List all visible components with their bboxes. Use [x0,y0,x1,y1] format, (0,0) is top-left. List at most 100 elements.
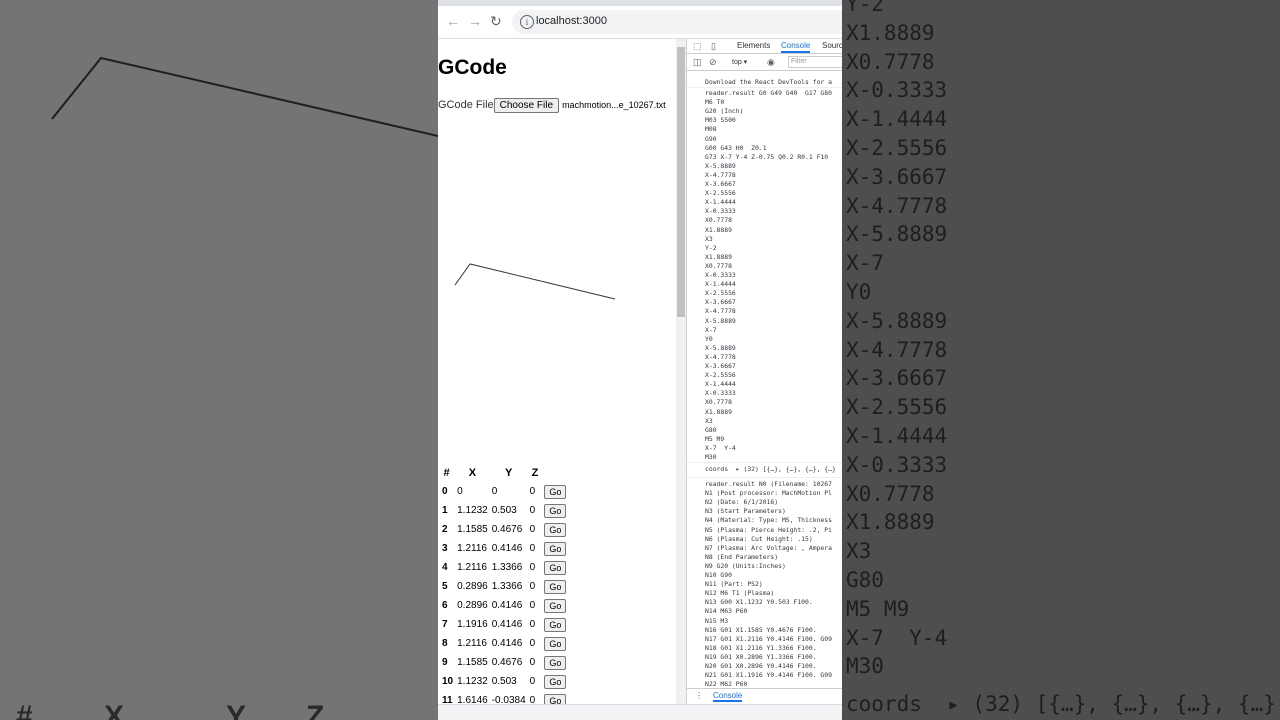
background-console-line: X-7 Y-4 [846,625,948,650]
address-bar[interactable]: i localhost:3000 [512,10,842,34]
cell-z: 0 [529,562,536,573]
table-row: 1 1.1232 0.503 0 Go [438,501,568,520]
devtools-panel: ⬚ ▯ Elements Console Sources ◫ ⊘ top ▾ ◉… [686,39,842,704]
context-selector[interactable]: top ▾ [732,58,747,66]
coords-log-entry[interactable]: coords ▸ (32) [{…}, {…}, {…}, {…} [705,465,836,473]
console-line: X-7 [705,325,717,334]
console-line: N6 (Plasma: Cut Height: .15) [705,534,813,543]
go-button[interactable]: Go [544,579,567,594]
inspect-icon[interactable]: ⬚ [693,41,702,52]
console-line: G20 (Inch) [705,107,744,116]
go-button[interactable]: Go [544,484,567,499]
row-index: 7 [442,619,448,630]
go-button[interactable]: Go [544,598,567,613]
console-line: N13 G00 X1.1232 Y0.503 F100. [705,598,813,607]
console-separator [687,87,842,88]
go-button[interactable]: Go [544,503,567,518]
cell-y: 0.503 [491,505,517,516]
cell-y: 0.503 [491,676,517,687]
background-column-header: Y [226,700,247,720]
console-line: X-5.8889 [705,161,736,170]
go-cell: Go [542,691,568,704]
cell-y: 0.4146 [491,600,523,611]
devtools-tab-console[interactable]: Console [781,41,811,53]
page-content: GCode GCode File Choose File machmotion..… [438,39,676,704]
devtools-drawer-bar: ⋮ Console [687,688,842,704]
drawer-menu-icon[interactable]: ⋮ [695,691,703,700]
devtools-tab-elements[interactable]: Elements [737,41,770,50]
background-console-line: X-3.6667 [846,366,948,391]
row-index: 3 [442,543,448,554]
table-row: 0 0 0 0 Go [438,482,568,501]
background-coords-line: coords ▸ (32) [{…}, {…}, {…}, {…} [846,692,1276,716]
go-button[interactable]: Go [544,674,567,689]
cell-x: 1.2116 [457,638,487,649]
go-button[interactable]: Go [544,522,567,537]
browser-toolbar: ← → ↻ i localhost:3000 [438,6,842,39]
go-button[interactable]: Go [544,560,567,575]
cell-x: 0.2896 [457,600,488,611]
console-filter-bar: ◫ ⊘ top ▾ ◉ Filter [687,54,842,71]
reload-icon[interactable]: ↻ [490,14,502,28]
cell-z: 0 [529,695,536,704]
background-console-line: X1.8889 [846,510,935,535]
console-line: X1.8889 [705,252,732,261]
console-line: N17 G01 X1.2116 Y0.4146 F100. G09 [705,634,832,643]
toolpath-canvas [454,263,616,300]
column-header-actions [542,463,568,482]
cell-z: 0 [529,543,536,554]
devtools-tab-bar: ⬚ ▯ Elements Console Sources [687,39,842,54]
background-console-line: Y0 [846,280,872,304]
console-line: X-1.4444 [705,198,736,207]
cell-y: 0 [491,486,498,497]
table-row: 4 1.2116 1.3366 0 Go [438,558,568,577]
clear-console-icon[interactable]: ⊘ [709,57,717,68]
cell-x: 1.2116 [457,543,487,554]
console-line: N14 M63 P60 [705,607,748,616]
console-line: N9 G20 (Units:Inches) [705,561,786,570]
coords-table: # X Y Z 0 0 0 0 Go 1 1.1232 0.503 0 Go 2 1.1585 0.4676 0… [438,463,568,704]
table-row: 2 1.1585 0.4676 0 Go [438,520,568,539]
choose-file-button[interactable]: Choose File [493,98,559,113]
page-scrollbar-thumb[interactable] [677,47,685,317]
cell-y: 0.4676 [491,524,523,535]
react-devtools-message: Download the React DevTools for a [705,78,832,86]
console-line: N4 (Material: Type: MS, Thickness [705,516,832,525]
console-line: G73 X-7 Y-4 Z-0.75 Q0.2 R0.1 F10 [705,152,829,161]
site-info-icon[interactable]: i [520,15,534,29]
row-index: 4 [442,562,448,573]
go-button[interactable]: Go [544,655,567,670]
cell-x: 1.2116 [457,562,487,573]
cell-x: 1.1585 [457,657,488,668]
page-scrollbar[interactable] [676,39,686,704]
console-line: X-3.6667 [705,362,736,370]
console-filter-input[interactable]: Filter [788,56,842,68]
sidebar-toggle-icon[interactable]: ◫ [693,57,702,68]
console-line: X-4.7778 [705,170,736,179]
background-console-line: X-4.7778 [846,337,948,362]
live-expression-eye-icon[interactable]: ◉ [767,57,775,68]
console-line: X-4.7778 [705,307,736,316]
go-button[interactable]: Go [544,617,567,632]
cell-y: 0.4676 [491,657,523,668]
background-console-line: X-2.5556 [846,395,948,420]
drawer-tab-console[interactable]: Console [713,691,743,702]
console-line: X0.7778 [705,216,732,225]
cell-z: 0 [529,676,536,687]
console-line: M6 T0 [705,98,725,107]
console-line: N7 (Plasma: Arc Voltage: , Ampera [705,543,832,552]
cell-z: 0 [529,581,536,592]
devtools-tab-sources[interactable]: Sources [822,41,842,50]
cell-x: 0 [457,486,463,497]
row-index: 9 [442,657,448,668]
device-toolbar-icon[interactable]: ▯ [711,41,716,52]
cell-z: 0 [529,505,536,516]
back-icon[interactable]: ← [446,14,460,28]
forward-icon[interactable]: → [468,14,482,28]
go-button[interactable]: Go [544,693,567,704]
console-line: Y-2 [705,243,717,252]
go-button[interactable]: Go [544,636,567,651]
go-cell: Go [542,634,568,653]
go-button[interactable]: Go [544,541,567,556]
column-header: # [443,466,450,479]
